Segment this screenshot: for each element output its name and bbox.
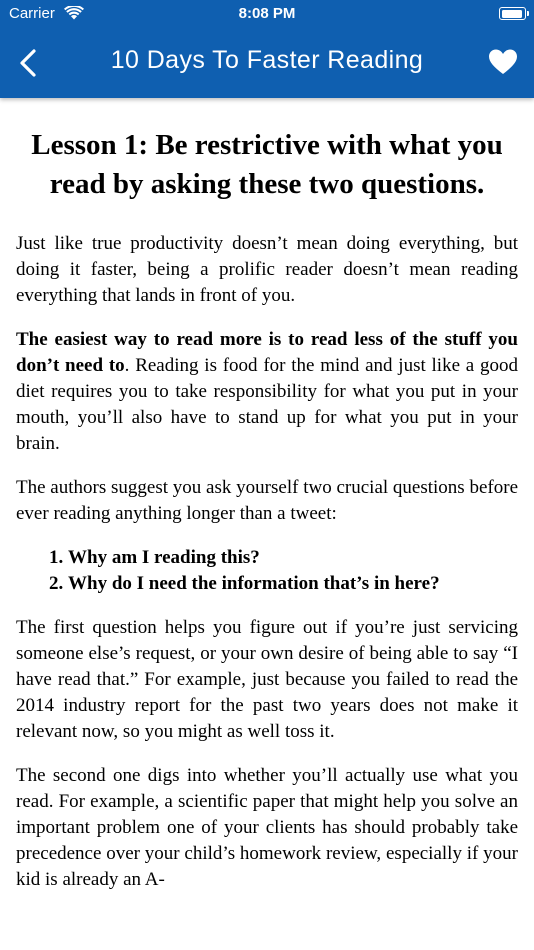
status-time: 8:08 PM bbox=[238, 5, 296, 22]
heart-icon[interactable] bbox=[488, 48, 518, 76]
article-content: Lesson 1: Be restrictive with what you r… bbox=[16, 98, 518, 893]
lesson-heading: Lesson 1: Be restrictive with what you r… bbox=[31, 129, 503, 200]
paragraph-4: The first question helps you figure out … bbox=[16, 617, 518, 742]
paragraph-1: Just like true productivity doesn’t mean… bbox=[16, 233, 518, 306]
top-bar: Carrier 8:08 PM 10 Days To Faster Readin… bbox=[0, 0, 534, 98]
list-item: Why do I need the information that’s in … bbox=[68, 571, 518, 597]
page-title: 10 Days To Faster Reading bbox=[110, 46, 424, 74]
questions-list: Why am I reading this? Why do I need the… bbox=[16, 545, 518, 597]
chevron-left-icon[interactable] bbox=[16, 48, 42, 78]
paragraph-3: The authors suggest you ask yourself two… bbox=[16, 477, 518, 524]
paragraph-2: The easiest way to read more is to read … bbox=[16, 327, 518, 457]
navigation-bar: 10 Days To Faster Reading bbox=[0, 28, 534, 98]
paragraph-5: The second one digs into whether you’ll … bbox=[16, 765, 518, 890]
list-item: Why am I reading this? bbox=[68, 545, 518, 571]
status-bar: Carrier 8:08 PM bbox=[0, 0, 534, 28]
battery-icon bbox=[499, 7, 529, 20]
